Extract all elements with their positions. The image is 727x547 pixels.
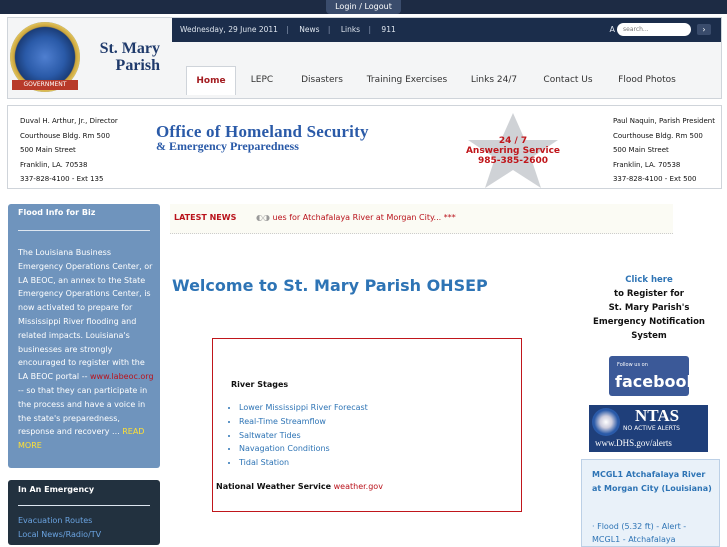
latest-news-ticker: LATEST NEWS ◐◑ ues for Atchafalaya River… xyxy=(170,204,673,234)
main-nav: Home LEPC Disasters Training Exercises L… xyxy=(172,66,721,95)
director-street: 500 Main Street xyxy=(20,146,76,154)
president-contact: Paul Naquin, Parish President Courthouse… xyxy=(613,114,715,187)
notification-register[interactable]: Click here to Register for St. Mary Pari… xyxy=(585,273,713,343)
flood-body-text: The Louisiana Business Emergency Operati… xyxy=(18,248,153,382)
seal-band-text: GOVERNMENT xyxy=(12,80,78,90)
flood-info-box: Flood Info for Biz The Louisiana Busines… xyxy=(8,204,160,468)
page-title: Welcome to St. Mary Parish OHSEP xyxy=(172,276,488,295)
labeoc-link[interactable]: www.labeoc.org xyxy=(90,372,154,381)
latest-news-text[interactable]: ◐◑ ues for Atchafalaya River at Morgan C… xyxy=(256,213,456,222)
brand-name: St. Mary Parish xyxy=(82,40,160,74)
top-link-news[interactable]: News xyxy=(299,25,319,34)
service-label: Answering Service xyxy=(465,146,561,156)
brand-line2: Parish xyxy=(115,57,160,74)
latest-news-headline: ues for Atchafalaya River at Morgan City… xyxy=(272,213,456,222)
register-line-2: St. Mary Parish's xyxy=(608,303,690,313)
facebook-follow-text: Follow us on xyxy=(617,362,648,368)
director-name: Duval H. Arthur, Jr., Director xyxy=(20,117,118,125)
local-news-link[interactable]: Local News/Radio/TV xyxy=(18,530,101,539)
river-stages-box: River Stages Lower Mississippi River For… xyxy=(212,338,522,512)
flood-box-title: Flood Info for Biz xyxy=(18,208,96,217)
river-link-forecast[interactable]: Lower Mississippi River Forecast xyxy=(239,401,368,415)
login-logout-link[interactable]: Login / Logout xyxy=(326,0,401,14)
gauge-alert-item[interactable]: · Flood (5.32 ft) - Alert - MCGL1 - Atch… xyxy=(592,520,714,546)
site-header: GOVERNMENT St. Mary Parish Wednesday, 29… xyxy=(7,17,722,99)
date-bar: Wednesday, 29 June 2011 | News | Links |… xyxy=(172,18,721,42)
top-link-911[interactable]: 911 xyxy=(381,25,395,34)
river-link-tidal-station[interactable]: Tidal Station xyxy=(239,456,368,470)
president-bldg: Courthouse Bldg. Rm 500 xyxy=(612,131,703,140)
ticker-icon: ◐◑ xyxy=(256,213,273,222)
weather-gov-link[interactable]: weather.gov xyxy=(334,482,383,491)
director-contact: Duval H. Arthur, Jr., Director Courthous… xyxy=(20,114,118,187)
service-phone: 985-385-2600 xyxy=(477,156,549,166)
latest-news-label: LATEST NEWS xyxy=(174,213,237,222)
river-link-tides[interactable]: Saltwater Tides xyxy=(239,429,368,443)
click-here-link[interactable]: Click here xyxy=(585,273,713,287)
nav-home[interactable]: Home xyxy=(186,66,236,95)
answering-service: 24 / 7 Answering Service 985-385-2600 xyxy=(460,136,566,166)
river-gauge-box: MCGL1 Atchafalaya River at Morgan City (… xyxy=(581,459,720,547)
brand-line1: St. Mary xyxy=(99,40,160,57)
president-phone: 337-828-4100 - Ext 500 xyxy=(612,175,697,183)
nws-line: National Weather Service weather.gov xyxy=(216,482,383,491)
logo[interactable]: GOVERNMENT St. Mary Parish xyxy=(8,18,168,98)
register-line-3: Emergency Notification xyxy=(593,317,705,327)
register-line-4: System xyxy=(631,331,667,341)
nav-lepc[interactable]: LEPC xyxy=(242,66,282,94)
nav-contact-us[interactable]: Contact Us xyxy=(534,66,602,94)
gauge-title[interactable]: MCGL1 Atchafalaya River at Morgan City (… xyxy=(592,468,714,496)
president-street: 500 Main Street xyxy=(612,146,669,154)
contact-banner: Duval H. Arthur, Jr., Director Courthous… xyxy=(7,105,722,189)
emergency-box: In An Emergency Evacuation Routes Local … xyxy=(8,480,160,545)
evacuation-routes-link[interactable]: Evacuation Routes xyxy=(18,516,92,525)
ntas-status: NO ACTIVE ALERTS xyxy=(623,425,680,432)
nav-training-exercises[interactable]: Training Exercises xyxy=(362,66,452,94)
director-city: Franklin, LA. 70538 xyxy=(20,160,88,169)
top-link-links[interactable]: Links xyxy=(341,25,360,34)
office-subtitle: & Emergency Preparedness xyxy=(156,139,299,153)
facebook-badge[interactable]: Follow us on facebook xyxy=(609,356,697,396)
river-stages-title: River Stages xyxy=(231,380,289,389)
ntas-badge[interactable]: NTAS NO ACTIVE ALERTS www.DHS.gov/alerts xyxy=(589,405,708,452)
river-link-navigation[interactable]: Navagation Conditions xyxy=(239,442,368,456)
register-line-1: to Register for xyxy=(614,289,684,299)
nws-label: National Weather Service xyxy=(216,482,332,491)
nav-flood-photos[interactable]: Flood Photos xyxy=(612,66,682,94)
search-input[interactable] xyxy=(617,23,691,36)
emergency-box-title: In An Emergency xyxy=(18,485,95,494)
divider xyxy=(18,230,150,231)
river-link-streamflow[interactable]: Real-Time Streamflow xyxy=(239,415,368,429)
current-date: Wednesday, 29 June 2011 xyxy=(180,25,278,34)
service-hours: 24 / 7 xyxy=(498,136,528,146)
president-name: Paul Naquin, Parish President xyxy=(612,117,715,125)
search-icon[interactable]: › xyxy=(697,24,711,35)
river-links-list: Lower Mississippi River Forecast Real-Ti… xyxy=(223,401,368,470)
nav-disasters[interactable]: Disasters xyxy=(292,66,352,94)
director-phone: 337-828-4100 - Ext 135 xyxy=(20,175,104,183)
director-bldg: Courthouse Bldg. Rm 500 xyxy=(20,131,110,140)
ntas-title: NTAS xyxy=(635,406,680,425)
facebook-icon: facebook xyxy=(615,372,698,391)
nav-links-24-7[interactable]: Links 24/7 xyxy=(464,66,524,94)
flood-box-body: The Louisiana Business Emergency Operati… xyxy=(18,246,156,453)
divider xyxy=(18,505,150,506)
gauge-alert-text: Flood (5.32 ft) - Alert - MCGL1 - Atchaf… xyxy=(592,522,687,544)
president-city: Franklin, LA. 70538 xyxy=(612,160,681,169)
ntas-url: www.DHS.gov/alerts xyxy=(595,438,672,448)
dhs-seal-icon xyxy=(592,408,620,436)
